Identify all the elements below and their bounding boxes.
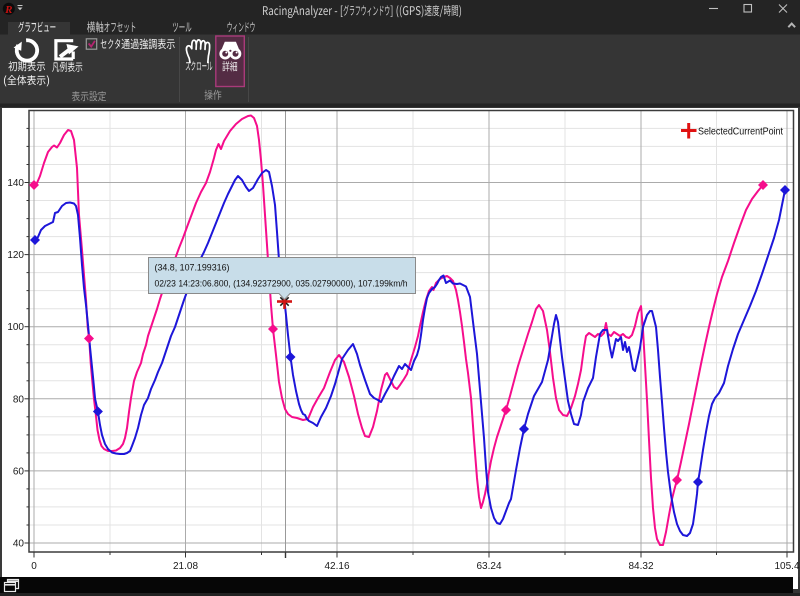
svg-text:02/23 14:23:06.800, (134.92372: 02/23 14:23:06.800, (134.92372900, 035.0… <box>155 279 408 290</box>
svg-text:0: 0 <box>31 561 37 572</box>
svg-text:84.32: 84.32 <box>628 561 653 572</box>
svg-text:105.4: 105.4 <box>774 561 799 572</box>
svg-text:40: 40 <box>13 539 25 550</box>
svg-text:60: 60 <box>13 466 25 477</box>
svg-text:R: R <box>4 4 12 16</box>
svg-text:21.08: 21.08 <box>173 561 198 572</box>
svg-text:140: 140 <box>7 178 24 189</box>
svg-text:80: 80 <box>13 394 25 405</box>
svg-text:(34.8, 107.199316): (34.8, 107.199316) <box>155 263 230 274</box>
svg-text:120: 120 <box>7 250 24 261</box>
svg-text:42.16: 42.16 <box>324 561 349 572</box>
svg-text:SelectedCurrentPoint: SelectedCurrentPoint <box>698 126 783 138</box>
svg-text:63.24: 63.24 <box>476 561 501 572</box>
svg-text:100: 100 <box>7 322 24 333</box>
